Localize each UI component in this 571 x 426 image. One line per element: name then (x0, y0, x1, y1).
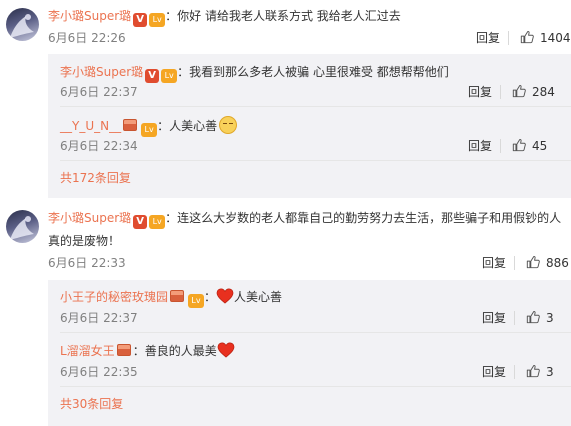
relieved-face-emoji-icon (219, 116, 238, 134)
like-button[interactable]: 3 (526, 364, 554, 380)
comment-line: 李小璐Super璐 V Lv ：你好 请给我老人联系方式 我给老人汇过去 (48, 8, 401, 27)
divider (514, 256, 515, 270)
comment-line: __Y_U_N__ Lv ：人美心善 (60, 116, 238, 137)
comment-text: ：善良的人最美 (132, 344, 217, 358)
verified-v-icon: V (133, 215, 148, 229)
reply-button[interactable]: 回复 (468, 138, 492, 154)
like-button[interactable]: 45 (512, 138, 547, 154)
username-link[interactable]: 小王子的秘密玫瑰园 (60, 290, 168, 304)
reply-button[interactable]: 回复 (482, 310, 506, 326)
thumbs-up-icon (520, 30, 534, 44)
thumbs-up-icon (526, 310, 540, 324)
comment-time: 6月6日 22:34 (60, 139, 138, 153)
avatar[interactable] (6, 210, 39, 243)
more-replies-link[interactable]: 共30条回复 (60, 396, 123, 412)
level-badge-icon: Lv (141, 123, 158, 137)
comment-line: 李小璐Super璐 V Lv ：我看到那么多老人被骗 心里很难受 都想帮帮他们 (60, 64, 449, 83)
reply-button[interactable]: 回复 (482, 364, 506, 380)
more-replies-link[interactable]: 共172条回复 (60, 170, 131, 186)
reply-button[interactable]: 回复 (468, 84, 492, 100)
comment-text: ：连这么大岁数的老人都靠自己的勤劳努力去生活，那些骗子和用假钞的人 (165, 211, 562, 225)
like-count: 1404 (540, 31, 571, 45)
colon-text: ： (204, 290, 217, 304)
reply-button[interactable]: 回复 (476, 30, 500, 46)
level-badge-icon: Lv (149, 215, 166, 229)
like-button[interactable]: 284 (512, 84, 555, 100)
fan-badge-icon (170, 289, 186, 303)
divider (60, 386, 571, 387)
thumbs-up-icon (512, 84, 526, 98)
thumbs-up-icon (526, 255, 540, 269)
level-badge-icon: Lv (188, 294, 205, 308)
comment-time: 6月6日 22:35 (60, 365, 138, 379)
divider (500, 139, 501, 153)
like-button[interactable]: 3 (526, 310, 554, 326)
comment-text: 人美心善 (234, 290, 283, 304)
divider (60, 160, 571, 161)
like-count: 886 (546, 256, 569, 270)
like-count: 45 (532, 139, 548, 153)
comment-line: 李小璐Super璐 V Lv ：连这么大岁数的老人都靠自己的勤劳努力去生活，那些骗子和… (48, 210, 561, 229)
verified-v-icon: V (145, 69, 160, 83)
divider (508, 31, 509, 45)
divider (500, 85, 501, 99)
divider (514, 311, 515, 325)
username-link[interactable]: 李小璐Super璐 (48, 211, 131, 225)
like-count: 284 (532, 85, 555, 99)
like-count: 3 (546, 311, 554, 325)
like-count: 3 (546, 365, 554, 379)
comment-text: ：我看到那么多老人被骗 心里很难受 都想帮帮他们 (177, 65, 449, 79)
username-link[interactable]: __Y_U_N__ (60, 119, 121, 133)
comment-time: 6月6日 22:33 (48, 256, 126, 270)
comment-time: 6月6日 22:37 (60, 311, 138, 325)
comment-time: 6月6日 22:26 (48, 31, 126, 45)
comment-time: 6月6日 22:37 (60, 85, 138, 99)
comment-text-continued: 真的是废物！ (48, 234, 121, 248)
comment-text: ：你好 请给我老人联系方式 我给老人汇过去 (165, 9, 401, 23)
avatar[interactable] (6, 8, 39, 41)
fan-badge-icon (116, 343, 133, 357)
heart-emoji-icon (216, 288, 234, 304)
username-link[interactable]: L溜溜女王 (60, 344, 115, 358)
like-button[interactable]: 886 (526, 255, 569, 271)
thumbs-up-icon (512, 138, 526, 152)
reply-button[interactable]: 回复 (482, 255, 506, 271)
fan-badge-icon (123, 118, 139, 132)
username-link[interactable]: 李小璐Super璐 (48, 9, 131, 23)
level-badge-icon: Lv (161, 69, 178, 83)
thumbs-up-icon (526, 364, 540, 378)
verified-v-icon: V (133, 13, 148, 27)
comment-text: ：人美心善 (157, 119, 218, 133)
comment-line: 小王子的秘密玫瑰园 Lv： 人美心善 (60, 288, 282, 308)
divider (60, 106, 571, 107)
comment-line: L溜溜女王 ：善良的人最美 (60, 342, 235, 359)
divider (514, 365, 515, 379)
like-button[interactable]: 1404 (520, 30, 571, 46)
heart-emoji-icon (217, 342, 235, 358)
username-link[interactable]: 李小璐Super璐 (60, 65, 143, 79)
divider (60, 332, 571, 333)
level-badge-icon: Lv (149, 13, 166, 27)
